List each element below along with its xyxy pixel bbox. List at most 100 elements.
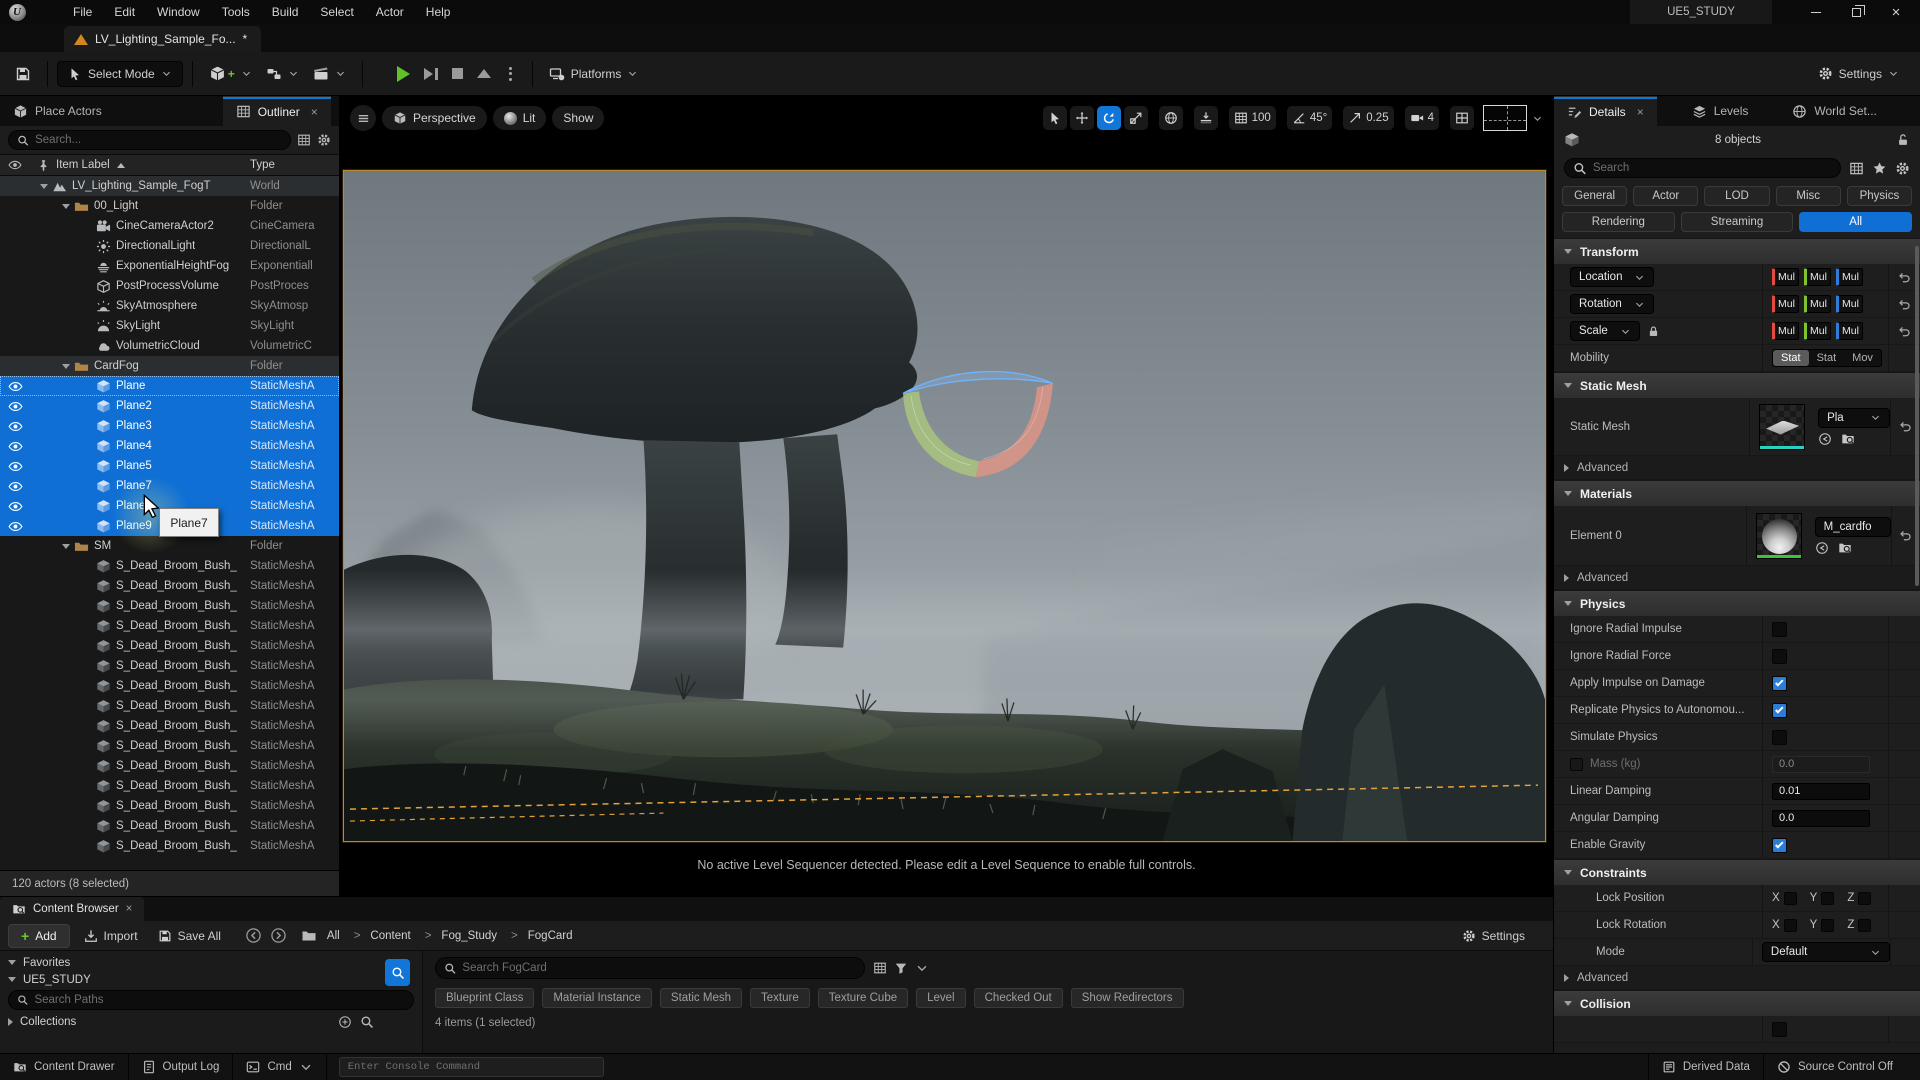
tree-row[interactable]: S_Dead_Broom_Bush_ StaticMeshA <box>0 696 339 716</box>
axis-lock-checkbox[interactable] <box>1858 892 1871 905</box>
tree-row[interactable]: LV_Lighting_Sample_FogT World <box>0 176 339 196</box>
checkbox[interactable] <box>1772 730 1787 745</box>
visibility-eye-icon[interactable] <box>8 399 23 414</box>
tree-row[interactable]: S_Dead_Broom_Bush_ StaticMeshA <box>0 756 339 776</box>
details-search-input[interactable] <box>1593 162 1832 174</box>
close-icon[interactable]: × <box>311 105 318 119</box>
filter-chip[interactable]: Misc <box>1776 186 1841 206</box>
constraints-advanced[interactable]: Advanced <box>1554 966 1920 990</box>
visibility-eye-icon[interactable] <box>8 519 23 534</box>
visibility-column-eye-icon[interactable] <box>8 158 22 172</box>
collections-section[interactable]: Collections <box>8 1012 414 1032</box>
output-log-button[interactable]: Output Log <box>129 1054 234 1080</box>
value-input[interactable]: 0.0 <box>1772 756 1870 773</box>
tree-row[interactable]: 00_Light Folder <box>0 196 339 216</box>
materials-advanced[interactable]: Advanced <box>1554 566 1920 590</box>
transform-axis-dropdown[interactable]: Rotation <box>1570 294 1654 314</box>
source-control-button[interactable]: Source Control Off <box>1763 1054 1906 1080</box>
favorites-section[interactable]: Favorites <box>8 954 414 971</box>
asset-filter-chip[interactable]: Material Instance <box>542 988 652 1008</box>
search-collections-icon[interactable] <box>360 1015 374 1029</box>
axis-lock-checkbox[interactable] <box>1858 919 1871 932</box>
view-mode-dropdown[interactable]: Lit <box>493 106 547 130</box>
platforms-dropdown[interactable]: Platforms <box>542 61 646 87</box>
checkbox[interactable] <box>1772 703 1787 718</box>
quad-view-button[interactable] <box>1450 106 1474 130</box>
tab-levels[interactable]: Levels <box>1679 96 1762 126</box>
tree-row[interactable]: S_Dead_Broom_Bush_ StaticMeshA <box>0 636 339 656</box>
outliner-view-options-icon[interactable] <box>297 133 311 147</box>
menu-item[interactable]: Edit <box>103 0 146 24</box>
close-icon[interactable]: × <box>1637 105 1644 119</box>
perspective-dropdown[interactable]: Perspective <box>382 106 487 130</box>
expander-arrow-icon[interactable] <box>62 544 70 549</box>
level-tab[interactable]: LV_Lighting_Sample_Fo... * <box>64 26 261 52</box>
y-value-field[interactable]: Mul <box>1804 322 1831 340</box>
checkbox[interactable] <box>1772 838 1787 853</box>
axis-lock-checkbox[interactable] <box>1821 919 1834 932</box>
tree-row[interactable]: Plane2 StaticMeshA <box>0 396 339 416</box>
checkbox[interactable] <box>1772 676 1787 691</box>
menu-item[interactable]: Actor <box>365 0 415 24</box>
tree-row[interactable]: SkyAtmosphere SkyAtmosp <box>0 296 339 316</box>
breadcrumb-item[interactable]: Content <box>342 930 413 942</box>
visibility-eye-icon[interactable] <box>8 499 23 514</box>
transform-axis-dropdown[interactable]: Scale <box>1570 321 1640 341</box>
use-selected-asset-icon[interactable] <box>1818 432 1832 446</box>
chevron-down-icon[interactable] <box>1532 113 1543 124</box>
tree-row[interactable]: S_Dead_Broom_Bush_ StaticMeshA <box>0 576 339 596</box>
tree-row[interactable]: SM Folder <box>0 536 339 556</box>
eject-button[interactable] <box>470 64 498 83</box>
translate-tool-button[interactable] <box>1070 106 1094 130</box>
asset-filter-chip[interactable]: Level <box>916 988 966 1008</box>
breadcrumb-item[interactable]: Fog_Study <box>413 930 499 942</box>
visibility-eye-icon[interactable] <box>8 439 23 454</box>
tree-row[interactable]: ExponentialHeightFog Exponentiall <box>0 256 339 276</box>
restore-button[interactable] <box>1838 1 1874 23</box>
details-settings-gear-icon[interactable] <box>1895 161 1910 176</box>
scale-lock-icon[interactable] <box>1647 325 1660 338</box>
breadcrumb-item[interactable]: All <box>325 930 342 942</box>
close-icon[interactable]: × <box>126 903 133 915</box>
section-materials[interactable]: Materials <box>1554 480 1920 506</box>
menu-item[interactable]: Build <box>261 0 310 24</box>
reset-icon[interactable] <box>1898 298 1911 311</box>
browse-to-asset-icon[interactable] <box>1838 541 1852 555</box>
tree-row[interactable]: SkyLight SkyLight <box>0 316 339 336</box>
section-static-mesh[interactable]: Static Mesh <box>1554 372 1920 398</box>
column-item-label[interactable]: Item Label <box>56 159 110 171</box>
static-mesh-advanced[interactable]: Advanced <box>1554 456 1920 480</box>
settings-dropdown[interactable]: Settings <box>1811 61 1906 86</box>
tree-row[interactable]: S_Dead_Broom_Bush_ StaticMeshA <box>0 716 339 736</box>
close-button[interactable] <box>1878 1 1914 23</box>
menu-item[interactable]: Select <box>309 0 364 24</box>
tree-row[interactable]: Plane4 StaticMeshA <box>0 436 339 456</box>
back-button[interactable] <box>245 927 262 944</box>
derived-data-button[interactable]: Derived Data <box>1648 1054 1763 1080</box>
tree-row[interactable]: S_Dead_Broom_Bush_ StaticMeshA <box>0 556 339 576</box>
static-mesh-asset-dropdown[interactable]: Pla <box>1818 408 1890 428</box>
forward-button[interactable] <box>270 927 287 944</box>
expander-arrow-icon[interactable] <box>62 204 70 209</box>
pin-column-icon[interactable] <box>37 159 50 172</box>
tree-row[interactable]: S_Dead_Broom_Bush_ StaticMeshA <box>0 596 339 616</box>
tab-place-actors[interactable]: Place Actors <box>0 96 115 126</box>
display-options-icon[interactable] <box>1849 161 1864 176</box>
menu-item[interactable]: Tools <box>211 0 261 24</box>
filter-chip[interactable]: General <box>1562 186 1627 206</box>
visibility-eye-icon[interactable] <box>8 379 23 394</box>
checkbox[interactable] <box>1772 1022 1787 1037</box>
asset-search-input[interactable] <box>462 962 856 974</box>
mobility-option[interactable]: Mov <box>1844 350 1881 366</box>
section-constraints[interactable]: Constraints <box>1554 859 1920 885</box>
tree-row[interactable]: S_Dead_Broom_Bush_ StaticMeshA <box>0 796 339 816</box>
viewport-layout-thumbnail[interactable] <box>1483 105 1527 131</box>
scene-render[interactable] <box>343 170 1546 842</box>
tree-row[interactable]: PostProcessVolume PostProces <box>0 276 339 296</box>
override-checkbox[interactable] <box>1570 758 1583 771</box>
filter-chip[interactable]: All <box>1799 212 1912 232</box>
x-value-field[interactable]: Mul <box>1772 322 1799 340</box>
select-mode-dropdown[interactable]: Select Mode <box>57 61 183 87</box>
outliner-settings-gear-icon[interactable] <box>317 133 331 147</box>
add-collection-icon[interactable] <box>338 1015 352 1029</box>
